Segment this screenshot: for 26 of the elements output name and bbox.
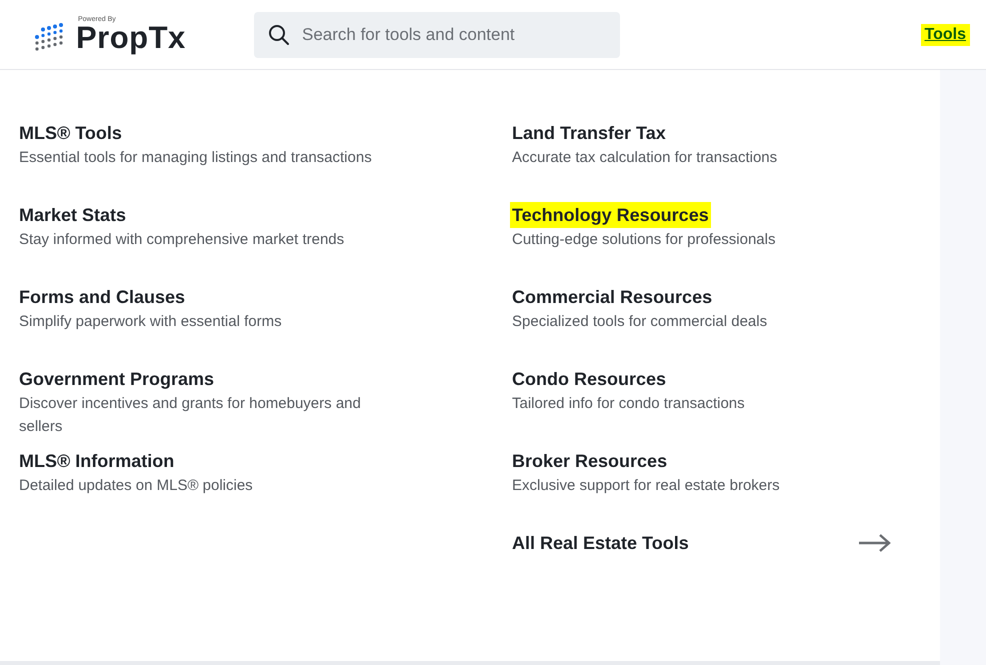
menu-item-description: Essential tools for managing listings and transactions xyxy=(19,148,372,168)
arrow-icon[interactable] xyxy=(858,533,892,553)
menu-item-description: Accurate tax calculation for transactions xyxy=(512,148,778,168)
menu-item-title[interactable]: Technology Resources xyxy=(510,202,711,228)
menu-item-description: Detailed updates on MLS® policies xyxy=(19,476,253,496)
menu-item-title[interactable]: MLS® Information xyxy=(19,448,174,474)
menu-item-title[interactable]: Broker Resources xyxy=(512,448,668,474)
menu-item-description: Tailored info for condo transactions xyxy=(512,394,745,414)
menu-item-title[interactable]: Market Stats xyxy=(19,202,126,228)
menu-item-title[interactable]: Government Programs xyxy=(19,366,214,392)
logo-wordmark[interactable]: PropTx xyxy=(76,23,186,53)
menu-item-title[interactable]: Land Transfer Tax xyxy=(512,120,666,146)
menu-item-title[interactable]: Forms and Clauses xyxy=(19,284,186,310)
all-tools-link[interactable]: All Real Estate Tools xyxy=(512,530,689,556)
menu-item-title[interactable]: Condo Resources xyxy=(512,366,666,392)
menu-item-description: Stay informed with comprehensive market trends xyxy=(19,230,344,250)
tools-link[interactable]: Tools xyxy=(920,24,970,46)
menu-item-description: Specialized tools for commercial deals xyxy=(512,312,768,332)
search-icon xyxy=(268,24,290,46)
search-field[interactable]: Search for tools and content xyxy=(254,12,620,58)
menu-item-description: Exclusive support for real estate brokers xyxy=(512,476,780,496)
menu-item-description: Discover incentives and grants for homebuyers and sellers xyxy=(19,394,362,437)
menu-item-description: Simplify paperwork with essential forms xyxy=(19,312,282,332)
menu-item-title[interactable]: MLS® Tools xyxy=(19,120,122,146)
menu-item-description: Cutting-edge solutions for professionals xyxy=(512,230,776,250)
menu-item-title[interactable]: Commercial Resources xyxy=(512,284,712,310)
